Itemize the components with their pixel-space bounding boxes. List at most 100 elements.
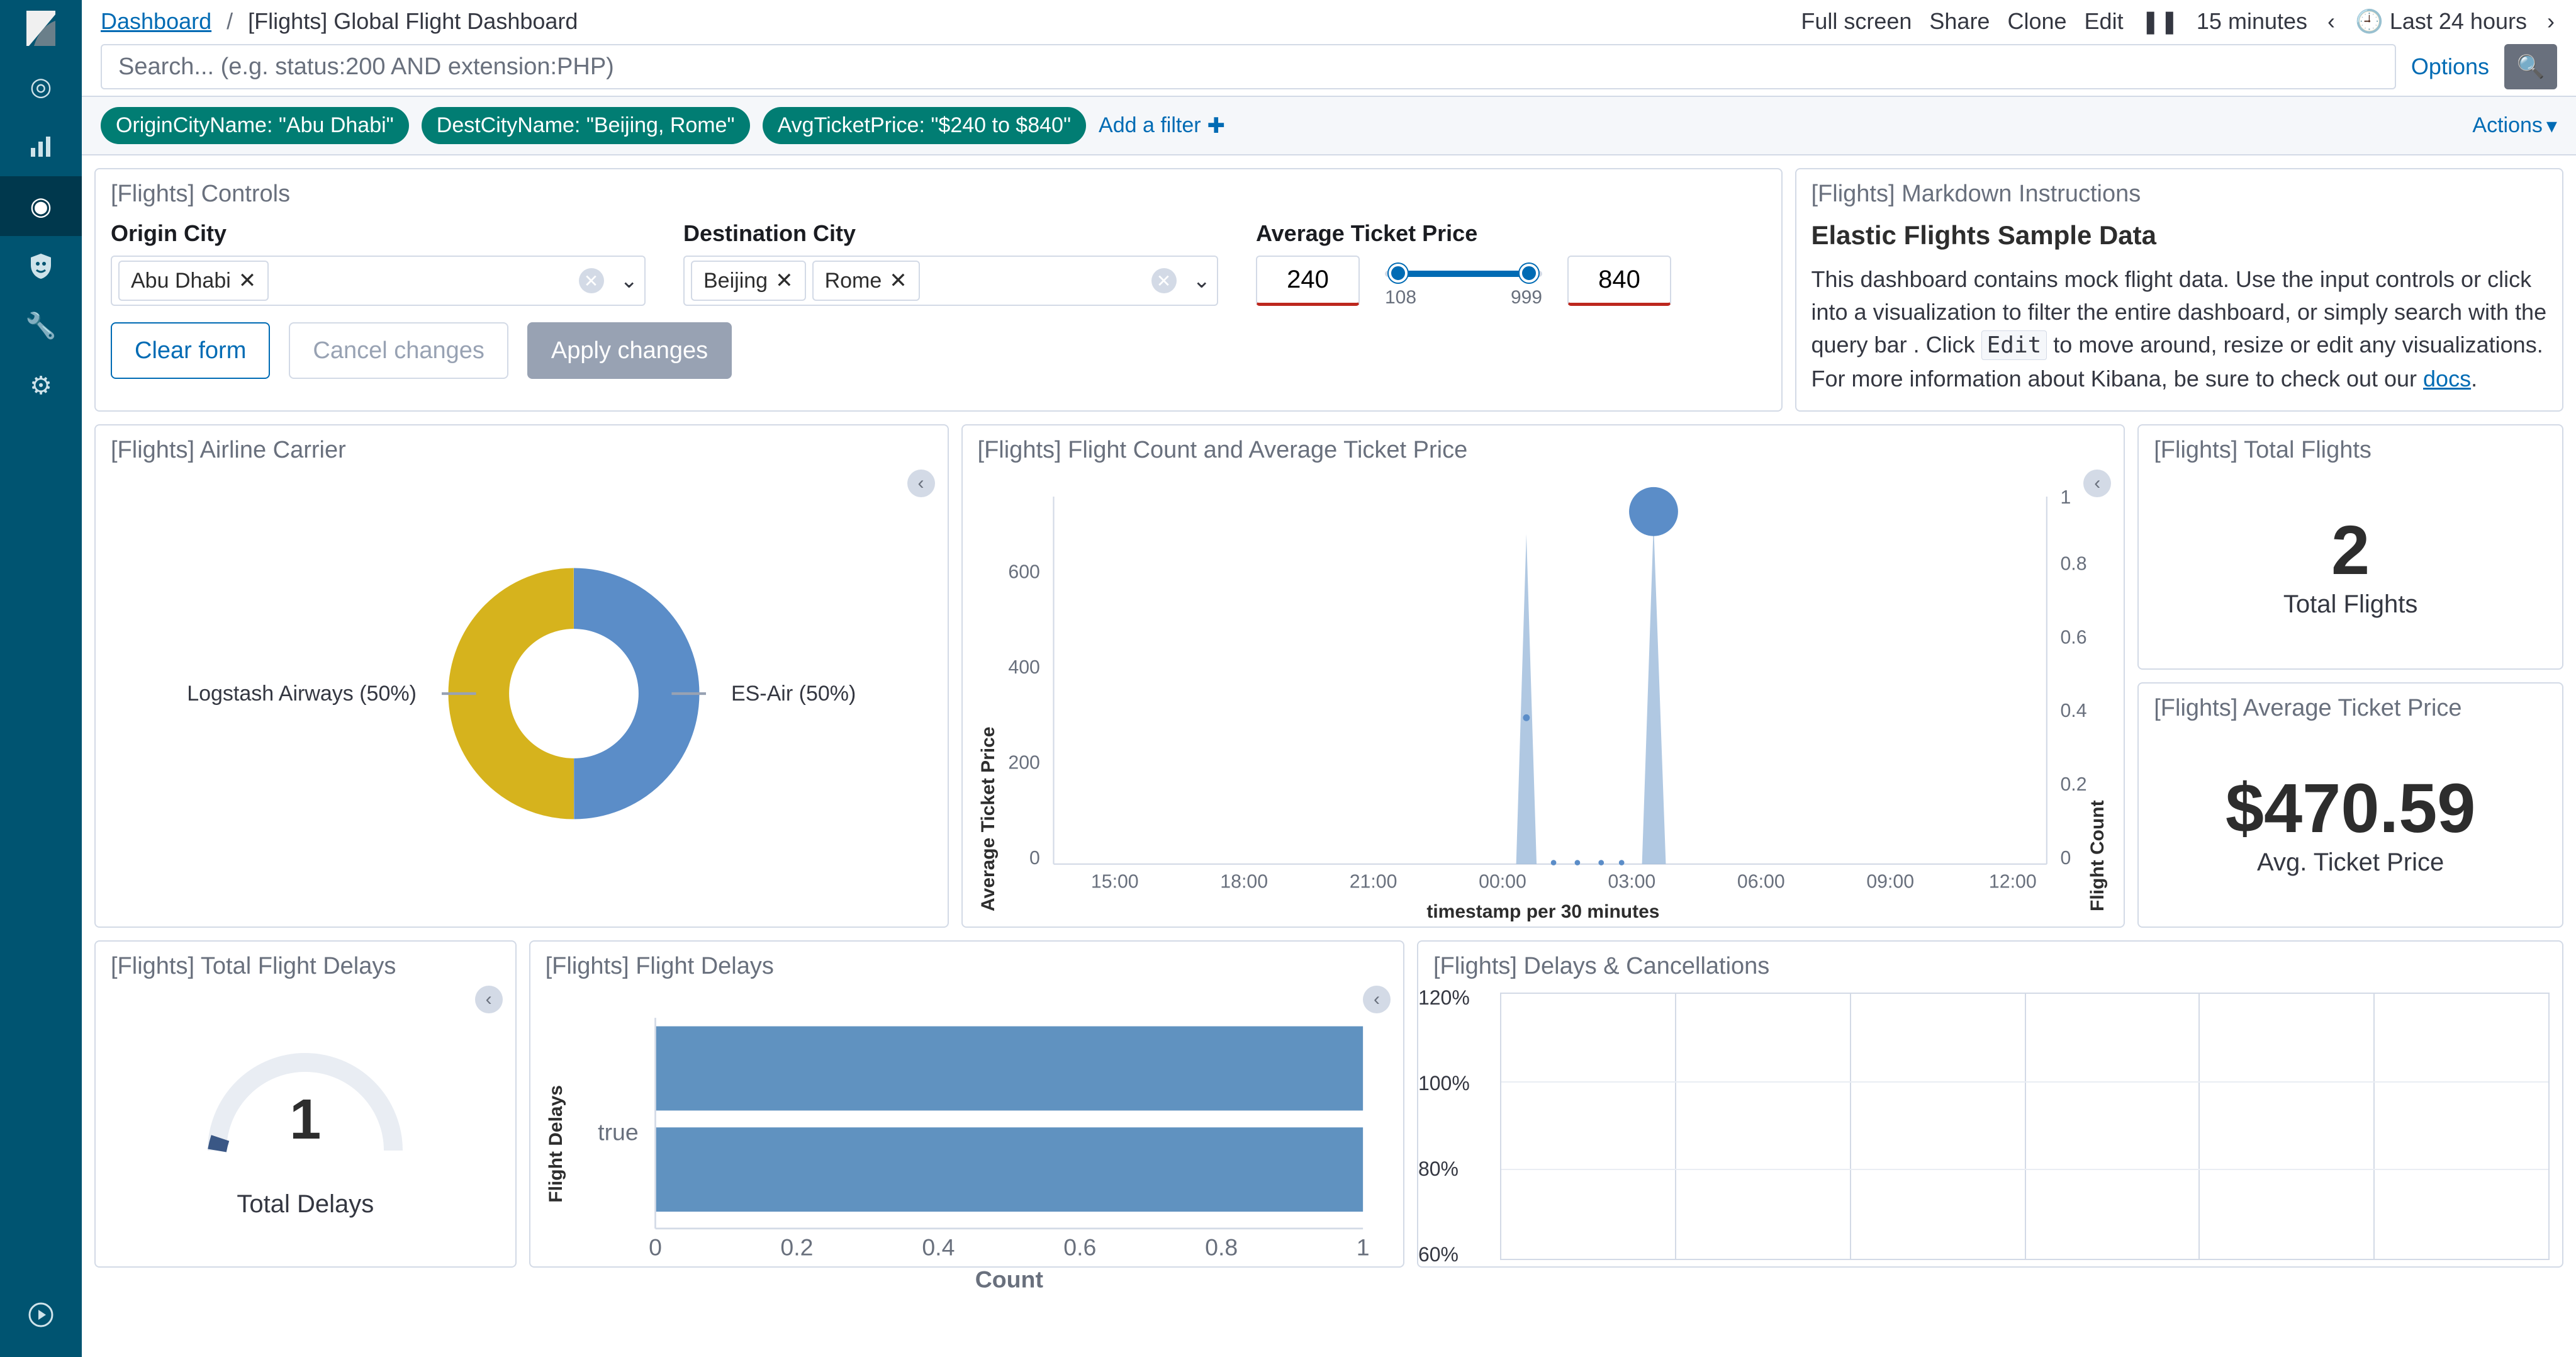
- svg-text:0: 0: [1029, 848, 1040, 869]
- svg-text:Count: Count: [975, 1266, 1043, 1292]
- total-delays-value: 1: [289, 1088, 321, 1152]
- refresh-interval[interactable]: 15 minutes: [2197, 8, 2307, 35]
- x-axis-title: timestamp per 30 minutes: [963, 901, 2124, 923]
- search-input[interactable]: Search... (e.g. status:200 AND extension…: [101, 44, 2396, 89]
- donut-label-left: Logstash Airways (50%): [187, 682, 417, 706]
- clear-form-button[interactable]: Clear form: [111, 322, 270, 379]
- chevron-down-icon[interactable]: ⌄: [1193, 268, 1211, 293]
- clone-button[interactable]: Clone: [2007, 8, 2066, 35]
- panel-title: [Flights] Delays & Cancellations: [1418, 942, 2562, 986]
- avg-ticket-value: $470.59: [2226, 769, 2476, 848]
- panel-title: [Flights] Flight Count and Average Ticke…: [963, 425, 2124, 470]
- docs-link[interactable]: docs: [2423, 366, 2471, 391]
- filter-pill-price[interactable]: AvgTicketPrice: "$240 to $840": [763, 107, 1086, 144]
- filter-pill-dest[interactable]: DestCityName: "Beijing, Rome": [422, 107, 750, 144]
- nav-security[interactable]: [0, 236, 82, 296]
- panel-flight-count: [Flights] Flight Count and Average Ticke…: [961, 424, 2125, 928]
- nav-dev-tools[interactable]: 🔧: [0, 296, 82, 356]
- price-min-input[interactable]: [1256, 256, 1360, 306]
- panel-title: [Flights] Markdown Instructions: [1796, 169, 2563, 214]
- edit-button[interactable]: Edit: [2085, 8, 2124, 35]
- md-text-post: .: [2471, 366, 2477, 391]
- close-icon[interactable]: ✕: [775, 268, 793, 293]
- svg-text:0.4: 0.4: [2060, 701, 2086, 721]
- time-next-button[interactable]: ›: [2545, 8, 2557, 35]
- svg-text:12:00: 12:00: [1988, 871, 2036, 892]
- clock-icon: 🕘: [2355, 8, 2383, 35]
- origin-city-select[interactable]: Abu Dhabi ✕ ✕ ⌄: [111, 256, 646, 306]
- avg-ticket-sub: Avg. Ticket Price: [2257, 848, 2444, 877]
- panel-legend-toggle[interactable]: ‹: [907, 470, 935, 497]
- price-slider[interactable]: 108999: [1385, 262, 1542, 300]
- breadcrumb-root[interactable]: Dashboard: [101, 8, 211, 34]
- svg-text:1: 1: [2060, 487, 2071, 508]
- svg-text:15:00: 15:00: [1090, 871, 1138, 892]
- svg-text:21:00: 21:00: [1349, 871, 1397, 892]
- clear-dest-button[interactable]: ✕: [1151, 268, 1177, 293]
- donut-chart[interactable]: [442, 561, 706, 826]
- flight-delays-chart[interactable]: true 0 0.2 0.4 0.6 0.8 1 Count: [580, 993, 1388, 1296]
- play-circle-icon: [28, 1302, 53, 1327]
- breadcrumb: Dashboard / [Flights] Global Flight Dash…: [101, 8, 578, 35]
- flight-delays-y-title: Flight Delays: [546, 1085, 567, 1203]
- panel-delays-cancellations: [Flights] Delays & Cancellations 120%100…: [1417, 940, 2563, 1268]
- chip-text: Beijing: [703, 269, 768, 293]
- clear-origin-button[interactable]: ✕: [579, 268, 604, 293]
- origin-chip-abu-dhabi[interactable]: Abu Dhabi ✕: [118, 261, 269, 301]
- filter-actions-label: Actions: [2472, 113, 2543, 138]
- y-right-title: Flight Count: [2087, 476, 2108, 911]
- close-icon[interactable]: ✕: [889, 268, 907, 293]
- panel-legend-toggle[interactable]: ‹: [1363, 986, 1391, 1013]
- slider-max-label: 999: [1511, 287, 1542, 308]
- cancel-changes-button[interactable]: Cancel changes: [289, 322, 508, 379]
- delays-cancel-chart[interactable]: [1500, 993, 2550, 1260]
- svg-text:03:00: 03:00: [1608, 871, 1655, 892]
- panel-total-flights: [Flights] Total Flights 2 Total Flights: [2137, 424, 2563, 670]
- price-max-input[interactable]: [1567, 256, 1671, 306]
- nav-management[interactable]: ⚙: [0, 356, 82, 415]
- svg-text:06:00: 06:00: [1737, 871, 1784, 892]
- apply-changes-button[interactable]: Apply changes: [527, 322, 732, 379]
- fullscreen-button[interactable]: Full screen: [1801, 8, 1912, 35]
- nav-dashboard[interactable]: ◉: [0, 176, 82, 236]
- svg-text:1: 1: [1356, 1234, 1369, 1260]
- panel-markdown: [Flights] Markdown Instructions Elastic …: [1795, 168, 2564, 412]
- pause-icon: ❚❚: [2141, 8, 2179, 35]
- time-range-button[interactable]: 🕘 Last 24 hours: [2355, 8, 2527, 35]
- search-options[interactable]: Options: [2407, 53, 2493, 80]
- dest-city-select[interactable]: Beijing ✕ Rome✕ ✕ ⌄: [683, 256, 1218, 306]
- flightcount-chart[interactable]: 0 200 400 600 0 0.2 0.4 0.6 0.8 1: [999, 476, 2088, 911]
- svg-text:0: 0: [2060, 848, 2071, 869]
- chevron-down-icon[interactable]: ⌄: [620, 268, 639, 293]
- main-area: Dashboard / [Flights] Global Flight Dash…: [82, 0, 2576, 1357]
- wrench-icon: 🔧: [25, 311, 57, 341]
- add-filter-button[interactable]: Add a filter ✚: [1099, 113, 1225, 138]
- panel-legend-toggle[interactable]: ‹: [475, 986, 503, 1013]
- pause-refresh-button[interactable]: ❚❚: [2141, 8, 2179, 35]
- close-icon[interactable]: ✕: [238, 268, 257, 293]
- svg-text:0.4: 0.4: [922, 1234, 955, 1260]
- panel-title: [Flights] Total Flight Delays: [96, 942, 515, 986]
- svg-text:0.8: 0.8: [2060, 553, 2086, 574]
- share-button[interactable]: Share: [1929, 8, 1990, 35]
- time-prev-button[interactable]: ‹: [2325, 8, 2338, 35]
- breadcrumb-current: [Flights] Global Flight Dashboard: [248, 8, 578, 34]
- shield-icon: [28, 252, 53, 280]
- nav-collapse[interactable]: [0, 1285, 82, 1344]
- panel-title: [Flights] Flight Delays: [530, 942, 1403, 986]
- caret-down-icon: ▾: [2546, 113, 2557, 138]
- nav-visualize[interactable]: [0, 116, 82, 176]
- svg-text:0: 0: [649, 1234, 662, 1260]
- add-filter-label: Add a filter: [1099, 113, 1201, 138]
- chip-text: Abu Dhabi: [131, 269, 231, 293]
- filter-actions-button[interactable]: Actions ▾: [2472, 113, 2557, 138]
- md-code: Edit: [1981, 330, 2047, 360]
- filter-pill-origin[interactable]: OriginCityName: "Abu Dhabi": [101, 107, 409, 144]
- total-flights-value: 2: [2331, 510, 2370, 590]
- dest-chip-rome[interactable]: Rome✕: [812, 261, 920, 301]
- nav-discover[interactable]: ◎: [0, 57, 82, 116]
- search-submit-button[interactable]: 🔍: [2504, 44, 2557, 89]
- chevron-left-icon: ‹: [1374, 989, 1380, 1010]
- kibana-logo[interactable]: [0, 0, 82, 57]
- dest-chip-beijing[interactable]: Beijing ✕: [691, 261, 806, 301]
